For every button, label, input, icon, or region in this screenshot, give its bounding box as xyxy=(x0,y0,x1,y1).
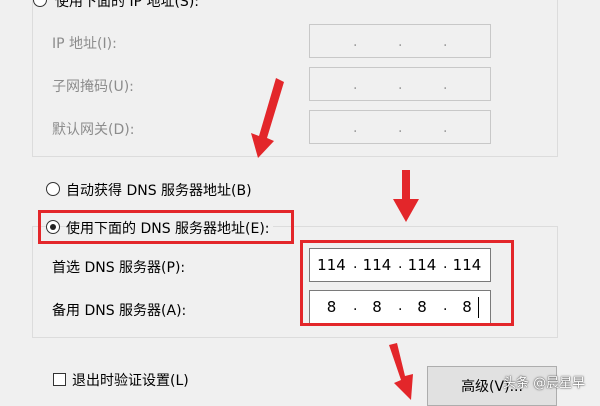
validate-on-exit-checkbox[interactable] xyxy=(53,373,66,386)
gateway-dot-3: . xyxy=(443,120,448,136)
arrow-3-icon xyxy=(389,343,413,400)
default-gateway-label: 默认网关(D): xyxy=(52,122,135,138)
ip-dot-2: . xyxy=(398,34,403,50)
annotation-box-dns-radio xyxy=(38,210,294,244)
subnet-dot-1: . xyxy=(353,77,358,93)
use-following-ip-label: 使用下面的 IP 地址(S): xyxy=(52,0,202,11)
subnet-mask-field[interactable]: . . . xyxy=(309,67,491,101)
validate-on-exit-label[interactable]: 退出时验证设置(L) xyxy=(72,370,189,390)
preferred-dns-label: 首选 DNS 服务器(P): xyxy=(52,260,186,276)
default-gateway-field[interactable]: . . . xyxy=(309,110,491,144)
gateway-dot-2: . xyxy=(398,120,403,136)
auto-dns-label[interactable]: 自动获得 DNS 服务器地址(B) xyxy=(66,180,252,200)
subnet-mask-label: 子网掩码(U): xyxy=(52,79,134,95)
ip-dot-3: . xyxy=(443,34,448,50)
gateway-dot-1: . xyxy=(353,120,358,136)
subnet-dot-3: . xyxy=(443,77,448,93)
ip-dot-1: . xyxy=(353,34,358,50)
ip-address-field[interactable]: . . . xyxy=(309,24,491,58)
ip-address-label: IP 地址(I): xyxy=(52,36,117,52)
watermark: 头条 @晨星早 xyxy=(503,376,586,391)
annotation-box-dns-fields xyxy=(300,240,514,326)
auto-dns-radio[interactable] xyxy=(46,182,60,196)
alternate-dns-label: 备用 DNS 服务器(A): xyxy=(52,303,187,319)
arrow-2-icon xyxy=(393,170,419,222)
subnet-dot-2: . xyxy=(398,77,403,93)
